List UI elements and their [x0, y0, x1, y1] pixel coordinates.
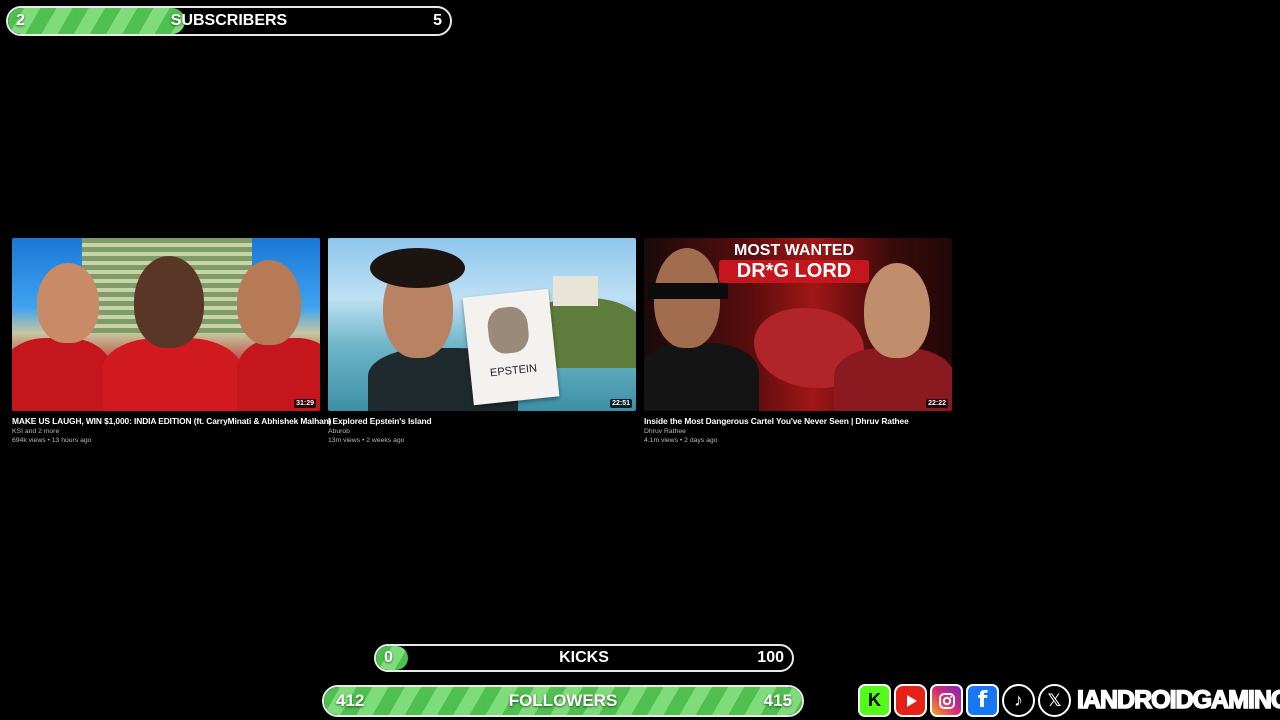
facebook-icon[interactable]: f — [966, 684, 999, 717]
video-meta: 4.1m views • 2 days ago — [644, 437, 718, 444]
x-icon[interactable]: 𝕏 — [1038, 684, 1071, 717]
video-title[interactable]: Inside the Most Dangerous Cartel You've … — [644, 416, 952, 426]
thumbnail-headline-1: MOST WANTED — [734, 242, 854, 259]
face-left — [37, 263, 99, 343]
instagram-icon[interactable] — [930, 684, 963, 717]
kicks-goal-bar: 0 KICKS 100 — [374, 644, 794, 672]
video-duration: 31:29 — [294, 399, 316, 408]
video-channel[interactable]: KSI and 2 more — [12, 428, 320, 435]
subscribers-goal-target: 5 — [433, 12, 442, 29]
hair-image — [370, 248, 465, 288]
video-title[interactable]: MAKE US LAUGH, WIN $1,000: INDIA EDITION… — [12, 416, 331, 426]
building-image — [553, 276, 598, 306]
face-right — [237, 260, 301, 345]
followers-goal-bar: 412 FOLLOWERS 415 — [322, 685, 804, 717]
video-channel[interactable]: Dhruv Rathee — [644, 428, 952, 435]
tiktok-icon[interactable]: ♪ — [1002, 684, 1035, 717]
face-right — [864, 263, 930, 358]
subscribers-goal-bar: 2 SUBSCRIBERS 5 — [6, 6, 452, 36]
video-meta: 694k views • 13 hours ago — [12, 437, 92, 444]
video-thumbnail[interactable]: MOST WANTED DR*G LORD 22:22 — [644, 238, 952, 411]
video-card-3[interactable]: MOST WANTED DR*G LORD 22:22 Inside the M… — [644, 238, 952, 444]
epstein-sign: EPSTEIN — [462, 288, 560, 406]
person-blindfold-image — [644, 343, 759, 411]
kicks-goal-target: 100 — [757, 649, 784, 666]
sign-text: EPSTEIN — [489, 362, 538, 380]
person-left-image — [12, 338, 112, 411]
video-meta: 13m views • 2 weeks ago — [328, 437, 405, 444]
kicks-goal-label: KICKS — [559, 649, 609, 666]
followers-goal-label: FOLLOWERS — [508, 691, 618, 710]
thumbnail-headline-2: DR*G LORD — [719, 260, 869, 283]
face-center — [134, 256, 204, 348]
channel-brand-name: IANDROIDGAMING — [1076, 685, 1280, 715]
video-channel[interactable]: Aburob — [328, 428, 636, 435]
video-duration: 22:22 — [926, 399, 948, 408]
video-card-1[interactable]: 31:29 MAKE US LAUGH, WIN $1,000: INDIA E… — [12, 238, 331, 444]
followers-goal-target: 415 — [763, 691, 792, 710]
video-thumbnail[interactable]: EPSTEIN 22:51 — [328, 238, 636, 411]
video-title[interactable]: I Explored Epstein's Island — [328, 416, 636, 426]
blindfold-image — [648, 283, 728, 299]
video-card-2[interactable]: EPSTEIN 22:51 I Explored Epstein's Islan… — [328, 238, 636, 444]
social-links-bar: K f ♪ 𝕏 IANDROIDGAMING — [858, 684, 1280, 717]
kick-icon[interactable]: K — [858, 684, 891, 717]
video-duration: 22:51 — [610, 399, 632, 408]
youtube-icon[interactable] — [894, 684, 927, 717]
subscribers-goal-label: SUBSCRIBERS — [170, 12, 288, 29]
video-thumbnail[interactable]: 31:29 — [12, 238, 320, 411]
person-center-image — [102, 338, 242, 411]
